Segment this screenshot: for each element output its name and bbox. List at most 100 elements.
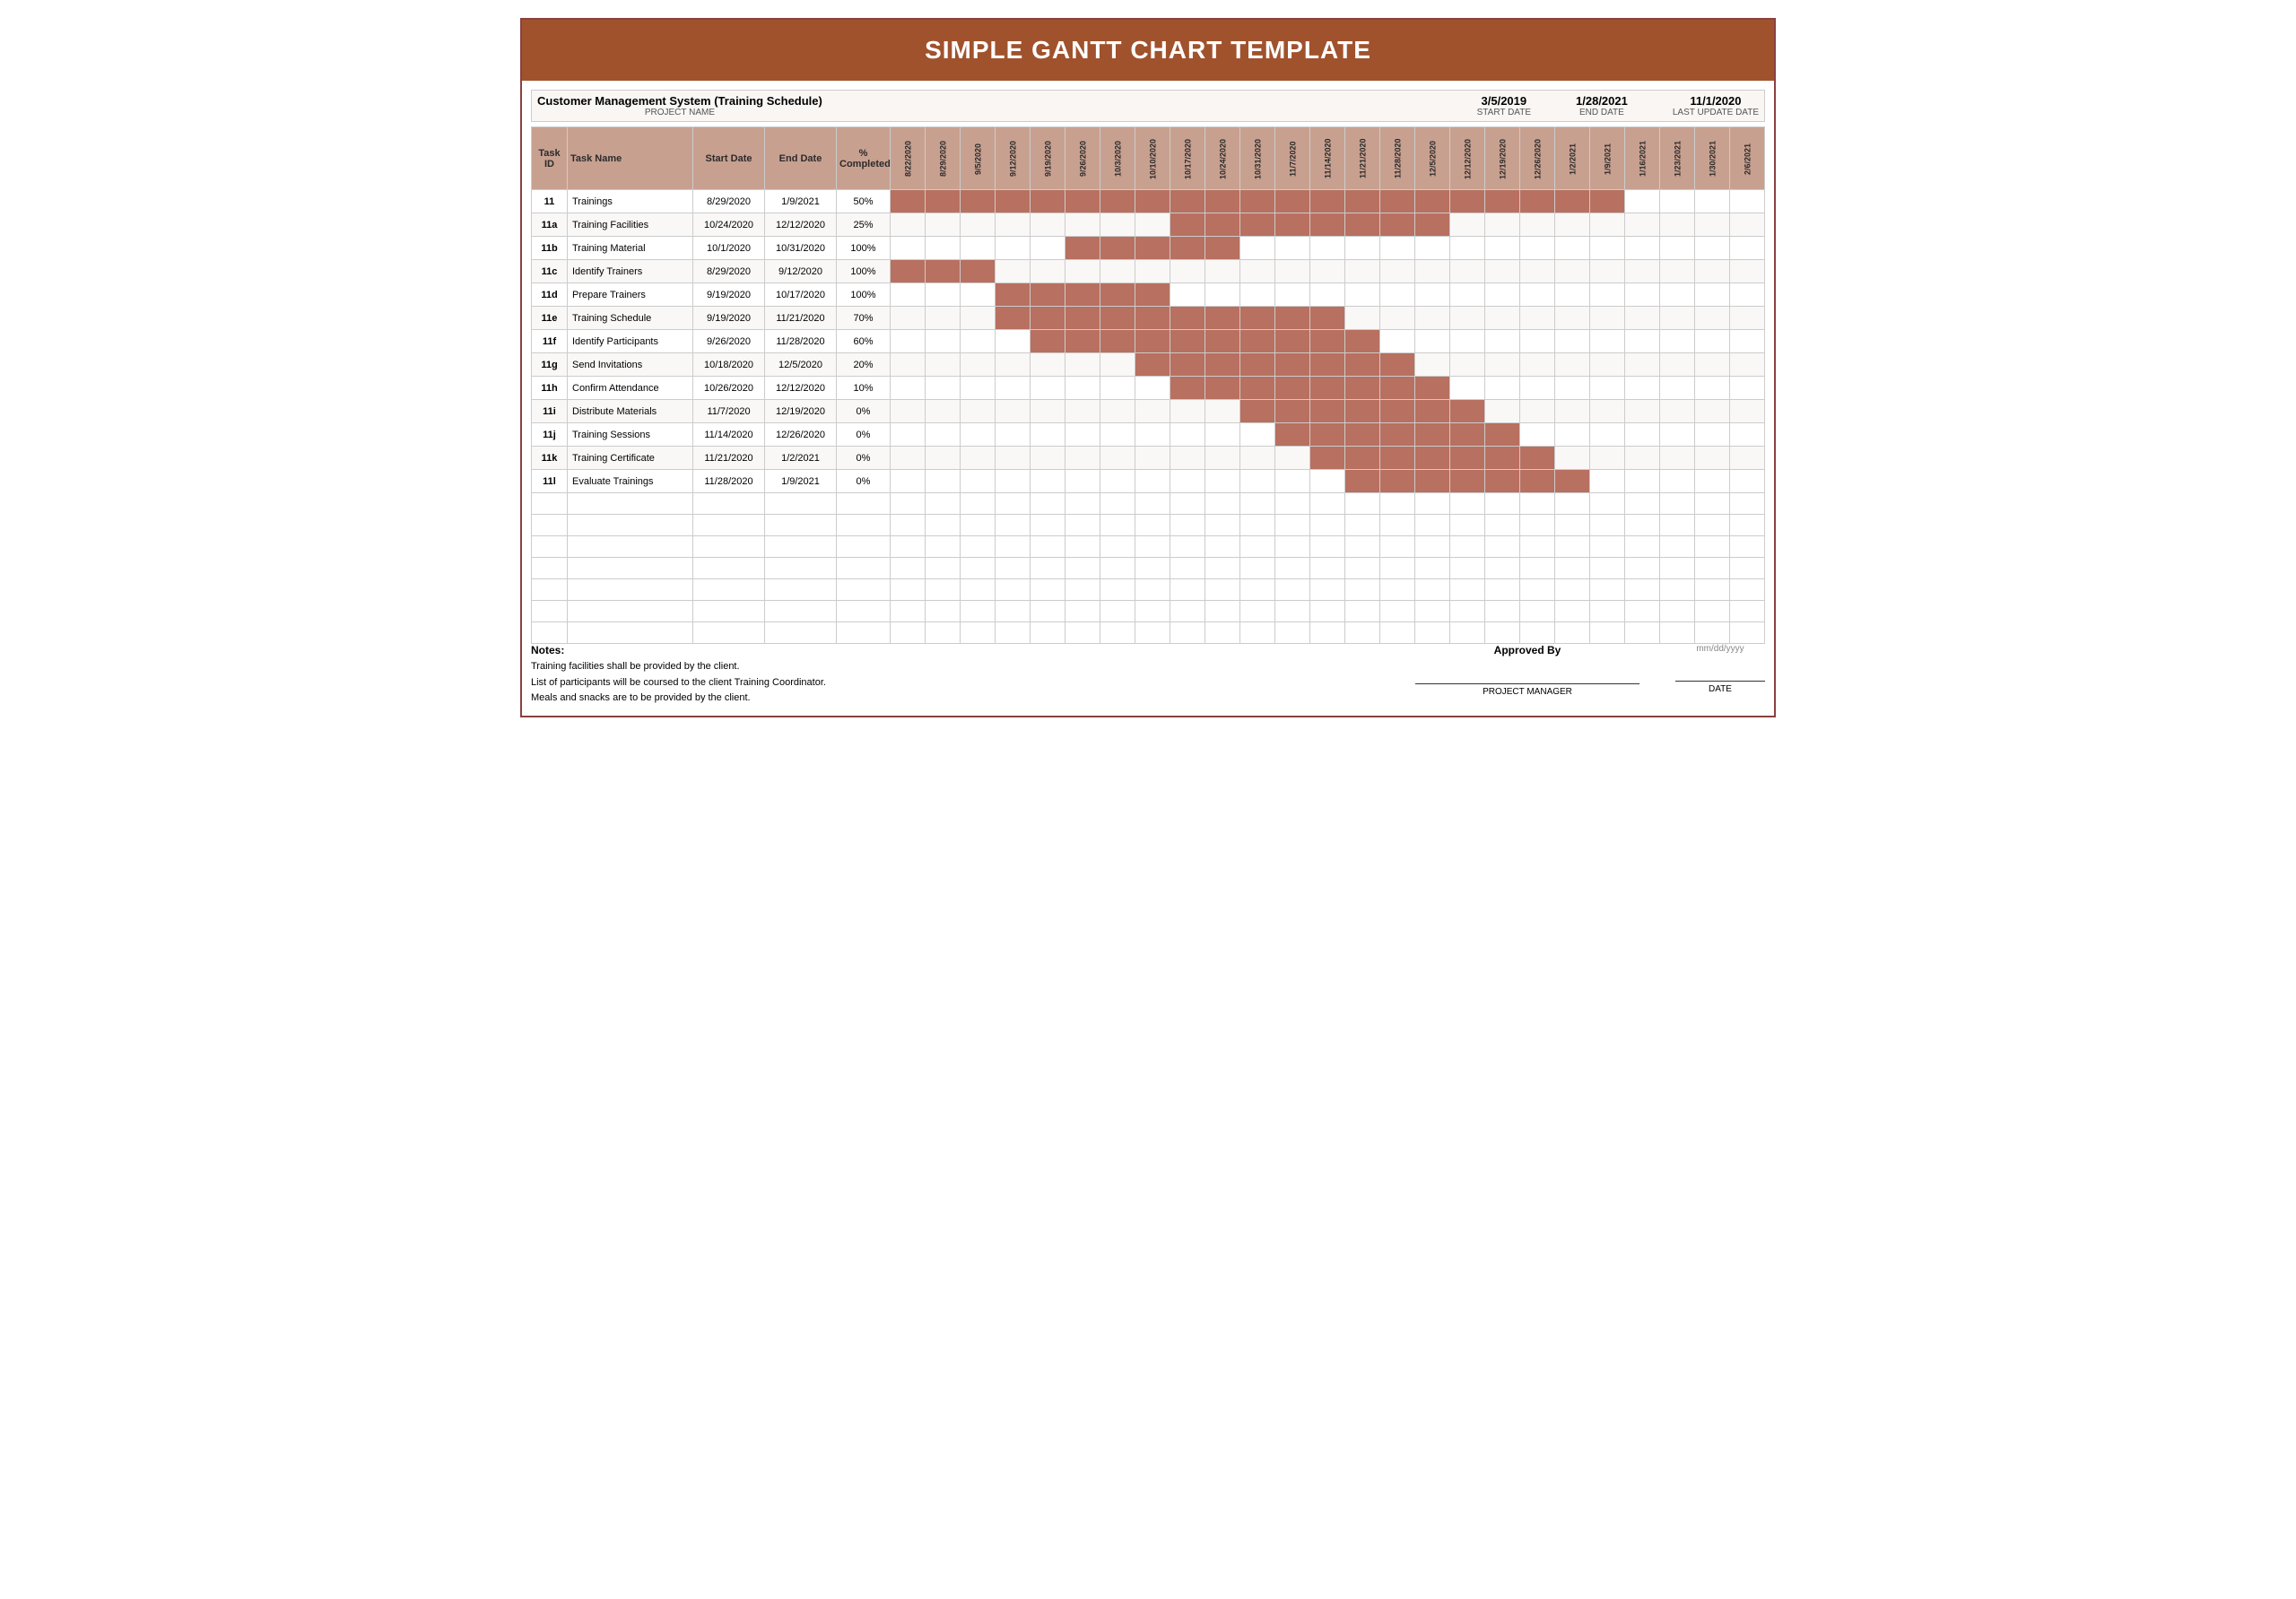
empty-cell bbox=[1170, 536, 1205, 558]
bar-cell bbox=[1415, 447, 1450, 470]
bar-cell bbox=[1695, 260, 1730, 283]
bar-cell bbox=[1031, 330, 1065, 353]
empty-cell bbox=[532, 579, 568, 601]
bar-cell bbox=[1031, 470, 1065, 493]
empty-cell bbox=[1031, 579, 1065, 601]
empty-row bbox=[532, 515, 1765, 536]
empty-cell bbox=[1345, 493, 1380, 515]
bar-cell bbox=[1660, 213, 1695, 237]
empty-cell bbox=[1135, 515, 1170, 536]
empty-cell bbox=[891, 515, 926, 536]
empty-cell bbox=[926, 558, 961, 579]
bar-cell bbox=[1730, 470, 1765, 493]
date-header-0: 8/22/2020 bbox=[891, 127, 926, 190]
empty-cell bbox=[693, 515, 765, 536]
bar-cell bbox=[1310, 260, 1345, 283]
bar-cell bbox=[1450, 307, 1485, 330]
bar-cell bbox=[1730, 330, 1765, 353]
bar-cell bbox=[1205, 447, 1240, 470]
bar-cell bbox=[1100, 283, 1135, 307]
bar-cell bbox=[1695, 307, 1730, 330]
bar-cell bbox=[996, 190, 1031, 213]
empty-cell bbox=[961, 493, 996, 515]
bar-cell bbox=[1310, 400, 1345, 423]
bar-cell bbox=[1170, 377, 1205, 400]
bar-cell bbox=[1625, 400, 1660, 423]
bar-cell bbox=[1415, 377, 1450, 400]
empty-cell bbox=[1485, 558, 1520, 579]
bar-cell bbox=[1240, 190, 1275, 213]
bar-cell bbox=[961, 260, 996, 283]
empty-cell bbox=[1065, 601, 1100, 622]
empty-cell bbox=[891, 493, 926, 515]
bar-cell bbox=[996, 330, 1031, 353]
empty-cell bbox=[1065, 493, 1100, 515]
date-header-22: 1/23/2021 bbox=[1660, 127, 1695, 190]
bar-cell bbox=[1695, 400, 1730, 423]
bar-cell bbox=[926, 283, 961, 307]
empty-cell bbox=[1345, 558, 1380, 579]
bar-cell bbox=[1590, 377, 1625, 400]
bar-cell bbox=[1450, 237, 1485, 260]
bar-cell bbox=[1590, 307, 1625, 330]
empty-cell bbox=[1345, 536, 1380, 558]
empty-cell bbox=[1275, 622, 1310, 644]
bar-cell bbox=[1065, 447, 1100, 470]
last-update-group: 11/1/2020 LAST UPDATE DATE bbox=[1673, 94, 1759, 117]
bar-cell bbox=[1205, 330, 1240, 353]
task-id-cell: 11a bbox=[532, 213, 568, 237]
bar-cell bbox=[1415, 353, 1450, 377]
bar-cell bbox=[1345, 400, 1380, 423]
bar-cell bbox=[1205, 213, 1240, 237]
empty-cell bbox=[1065, 536, 1100, 558]
bar-cell bbox=[926, 423, 961, 447]
empty-cell bbox=[926, 579, 961, 601]
task-id-cell: 11g bbox=[532, 353, 568, 377]
task-name-cell: Send Invitations bbox=[568, 353, 693, 377]
bar-cell bbox=[1695, 423, 1730, 447]
bar-cell bbox=[1135, 283, 1170, 307]
bar-cell bbox=[1555, 330, 1590, 353]
empty-cell bbox=[1205, 493, 1240, 515]
bar-cell bbox=[1170, 190, 1205, 213]
bar-cell bbox=[1695, 353, 1730, 377]
empty-cell bbox=[1695, 493, 1730, 515]
bar-cell bbox=[1170, 400, 1205, 423]
task-name-cell: Evaluate Trainings bbox=[568, 470, 693, 493]
empty-cell bbox=[1380, 493, 1415, 515]
empty-cell bbox=[1345, 579, 1380, 601]
empty-cell bbox=[1135, 558, 1170, 579]
bar-cell bbox=[1031, 237, 1065, 260]
bar-cell bbox=[1345, 377, 1380, 400]
empty-cell bbox=[1590, 536, 1625, 558]
task-name-cell: Identify Participants bbox=[568, 330, 693, 353]
bar-cell bbox=[891, 213, 926, 237]
empty-cell bbox=[996, 558, 1031, 579]
task-name-cell: Prepare Trainers bbox=[568, 283, 693, 307]
empty-cell bbox=[1695, 579, 1730, 601]
bar-cell bbox=[1485, 377, 1520, 400]
task-start-cell: 10/24/2020 bbox=[693, 213, 765, 237]
gantt-table: Task ID Task Name Start Date End Date % … bbox=[531, 126, 1765, 644]
bar-cell bbox=[1100, 353, 1135, 377]
empty-cell bbox=[1660, 622, 1695, 644]
empty-cell bbox=[1240, 622, 1275, 644]
date-header-9: 10/24/2020 bbox=[1205, 127, 1240, 190]
empty-cell bbox=[1695, 515, 1730, 536]
bar-cell bbox=[891, 377, 926, 400]
bar-cell bbox=[1590, 213, 1625, 237]
bar-cell bbox=[1310, 353, 1345, 377]
empty-cell bbox=[1415, 536, 1450, 558]
empty-cell bbox=[1275, 536, 1310, 558]
date-header-23: 1/30/2021 bbox=[1695, 127, 1730, 190]
task-end-cell: 12/5/2020 bbox=[765, 353, 837, 377]
task-end-cell: 11/21/2020 bbox=[765, 307, 837, 330]
bar-cell bbox=[1415, 213, 1450, 237]
bar-cell bbox=[1135, 400, 1170, 423]
bar-cell bbox=[1380, 353, 1415, 377]
bar-cell bbox=[1625, 353, 1660, 377]
empty-cell bbox=[1520, 536, 1555, 558]
bar-cell bbox=[1415, 470, 1450, 493]
empty-cell bbox=[926, 622, 961, 644]
project-name-label: PROJECT NAME bbox=[645, 108, 715, 117]
